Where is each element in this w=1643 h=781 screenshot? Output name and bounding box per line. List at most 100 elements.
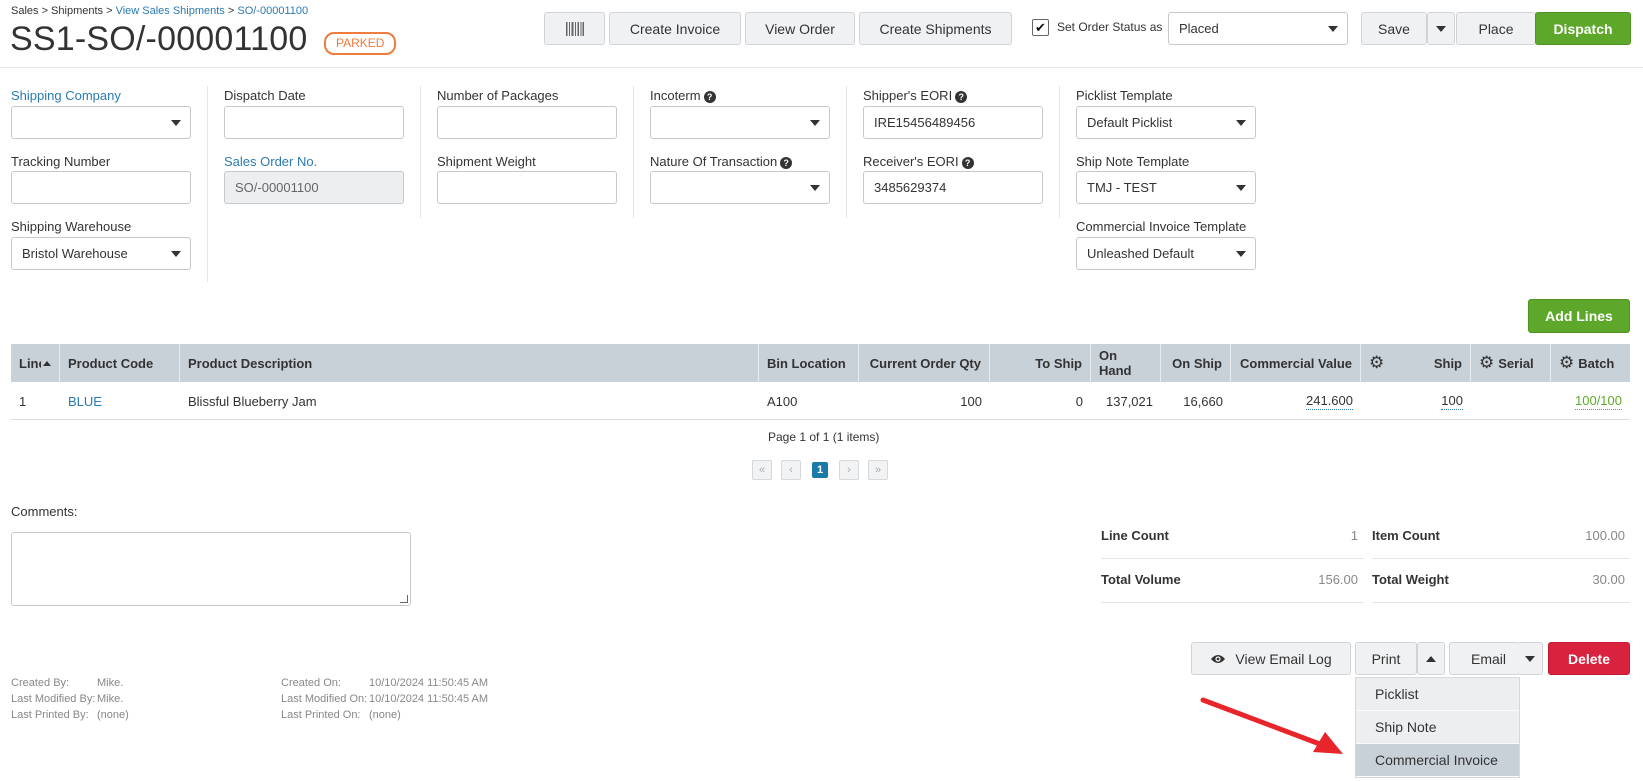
column-header-current-order-qty[interactable]: Current Order Qty [859, 344, 990, 382]
num-packages-input[interactable] [437, 106, 617, 139]
delete-button[interactable]: Delete [1548, 642, 1630, 675]
column-header-serial[interactable]: ⚙ Serial [1471, 344, 1551, 382]
shipping-warehouse-select[interactable]: Bristol Warehouse [11, 237, 191, 270]
num-packages-label: Number of Packages [437, 88, 559, 103]
breadcrumb-current[interactable]: SO/-00001100 [237, 5, 308, 17]
email-button[interactable]: Email [1449, 642, 1519, 675]
question-circle-icon[interactable]: ? [955, 91, 968, 103]
breadcrumb-view-sales-shipments[interactable]: View Sales Shipments [116, 5, 225, 17]
cell-ship[interactable]: 100 [1361, 382, 1471, 420]
cell-commercial-value[interactable]: 241.600 [1231, 382, 1361, 420]
meta-values-left: Mike. Mike. (none) [97, 675, 129, 723]
column-header-on-ship[interactable]: On Ship [1161, 344, 1231, 382]
column-header-to-ship[interactable]: To Ship [990, 344, 1091, 382]
print-menu-commercial-invoice[interactable]: Commercial Invoice [1356, 744, 1519, 777]
caret-down-icon [1236, 119, 1246, 126]
commercial-invoice-template-select[interactable]: Unleashed Default [1076, 237, 1256, 270]
question-circle-icon[interactable]: ? [703, 91, 716, 103]
gear-icon[interactable]: ⚙ [1369, 353, 1384, 373]
shipment-weight-input[interactable] [437, 171, 617, 204]
column-header-commercial-value[interactable]: Commercial Value [1231, 344, 1361, 382]
caret-down-icon [1236, 184, 1246, 191]
lines-table-header: Line Product Code Product Description Bi… [11, 344, 1630, 382]
resize-handle-icon[interactable] [400, 595, 408, 603]
line-count-value: 1 [1350, 528, 1358, 543]
barcode-button[interactable] [544, 12, 605, 45]
view-email-log-button[interactable]: View Email Log [1191, 642, 1351, 675]
picklist-template-select[interactable]: Default Picklist [1076, 106, 1256, 139]
meta-values-right: 10/10/2024 11:50:45 AM 10/10/2024 11:50:… [369, 675, 488, 723]
dispatch-button[interactable]: Dispatch [1535, 12, 1631, 45]
dispatch-date-input[interactable] [224, 106, 404, 139]
prev-page-button[interactable]: ‹ [781, 460, 801, 480]
print-menu-ship-note[interactable]: Ship Note [1356, 711, 1519, 744]
cell-line: 1 [19, 393, 27, 409]
caret-down-icon [1328, 25, 1338, 32]
save-button[interactable]: Save [1361, 12, 1427, 45]
order-status-value: Placed [1179, 21, 1219, 36]
place-button[interactable]: Place [1456, 12, 1536, 45]
create-invoice-button[interactable]: Create Invoice [609, 12, 741, 45]
gear-icon[interactable]: ⚙ [1559, 353, 1574, 373]
email-dropdown-button[interactable] [1517, 642, 1543, 675]
add-lines-button[interactable]: Add Lines [1528, 299, 1630, 333]
create-shipments-button[interactable]: Create Shipments [859, 12, 1012, 45]
cell-product-description: Blissful Blueberry Jam [188, 393, 317, 409]
last-printed-on-value: (none) [369, 709, 401, 721]
first-page-button[interactable]: « [752, 460, 772, 480]
column-header-product-description[interactable]: Product Description [180, 344, 759, 382]
commercial-value-editable[interactable]: 241.600 [1306, 393, 1353, 410]
view-order-button[interactable]: View Order [745, 12, 855, 45]
ship-note-template-label: Ship Note Template [1076, 154, 1190, 169]
column-header-line[interactable]: Line [11, 344, 60, 382]
last-page-button[interactable]: » [868, 460, 888, 480]
ship-qty-editable[interactable]: 100 [1441, 393, 1463, 410]
tracking-number-input[interactable] [11, 171, 191, 204]
cell-product-code[interactable]: BLUE [60, 382, 180, 420]
ship-note-template-select[interactable]: TMJ - TEST [1076, 171, 1256, 204]
annotation-arrow-icon [1200, 697, 1343, 754]
incoterm-select[interactable] [650, 106, 830, 139]
check-icon: ✔ [1035, 19, 1046, 35]
chevron-left-icon: ‹ [789, 464, 793, 476]
next-page-button[interactable]: › [839, 460, 859, 480]
receiver-eori-input[interactable]: 3485629374 [863, 171, 1043, 204]
column-header-batch[interactable]: ⚙ Batch [1551, 344, 1630, 382]
order-status-select[interactable]: Placed [1168, 12, 1348, 45]
shipper-eori-input[interactable]: IRE15456489456 [863, 106, 1043, 139]
print-menu-picklist[interactable]: Picklist [1356, 678, 1519, 711]
gear-icon[interactable]: ⚙ [1479, 353, 1494, 373]
save-dropdown-button[interactable] [1427, 12, 1455, 45]
caret-down-icon [171, 119, 181, 126]
column-header-product-code[interactable]: Product Code [60, 344, 180, 382]
created-on-value: 10/10/2024 11:50:45 AM [369, 677, 489, 689]
picklist-template-label: Picklist Template [1076, 88, 1173, 103]
created-on-label: Created On: [281, 677, 341, 689]
comments-textarea[interactable] [11, 532, 411, 606]
shipping-company-label[interactable]: Shipping Company [11, 88, 121, 103]
column-header-ship[interactable]: ⚙ Ship [1361, 344, 1471, 382]
receiver-eori-label: Receiver's EORI? [863, 154, 974, 169]
sales-order-no-label[interactable]: Sales Order No. [224, 154, 317, 169]
shipping-company-select[interactable] [11, 106, 191, 139]
question-circle-icon[interactable]: ? [961, 157, 974, 169]
eye-icon [1211, 654, 1226, 663]
status-badge: PARKED [324, 32, 397, 55]
ship-note-template-value: TMJ - TEST [1087, 180, 1157, 195]
column-header-serial-text: Serial [1498, 355, 1534, 371]
nature-of-transaction-select[interactable] [650, 171, 830, 204]
column-header-on-hand[interactable]: On Hand [1091, 344, 1161, 382]
question-circle-icon[interactable]: ? [780, 157, 793, 169]
shipping-warehouse-label: Shipping Warehouse [11, 219, 132, 234]
cell-to-ship: 0 [1075, 393, 1083, 409]
page-1-button[interactable]: 1 [812, 462, 828, 478]
cell-bin-location: A100 [767, 393, 798, 409]
shipping-warehouse-value: Bristol Warehouse [22, 246, 128, 261]
batch-link[interactable]: 100/100 [1575, 393, 1622, 410]
set-order-status-checkbox[interactable]: ✔ [1032, 19, 1049, 36]
cell-batch[interactable]: 100/100 [1551, 382, 1630, 420]
column-header-bin-location[interactable]: Bin Location [759, 344, 859, 382]
print-button[interactable]: Print [1355, 642, 1417, 675]
incoterm-label-text: Incoterm [650, 88, 701, 103]
print-dropdown-toggle[interactable] [1417, 642, 1445, 675]
